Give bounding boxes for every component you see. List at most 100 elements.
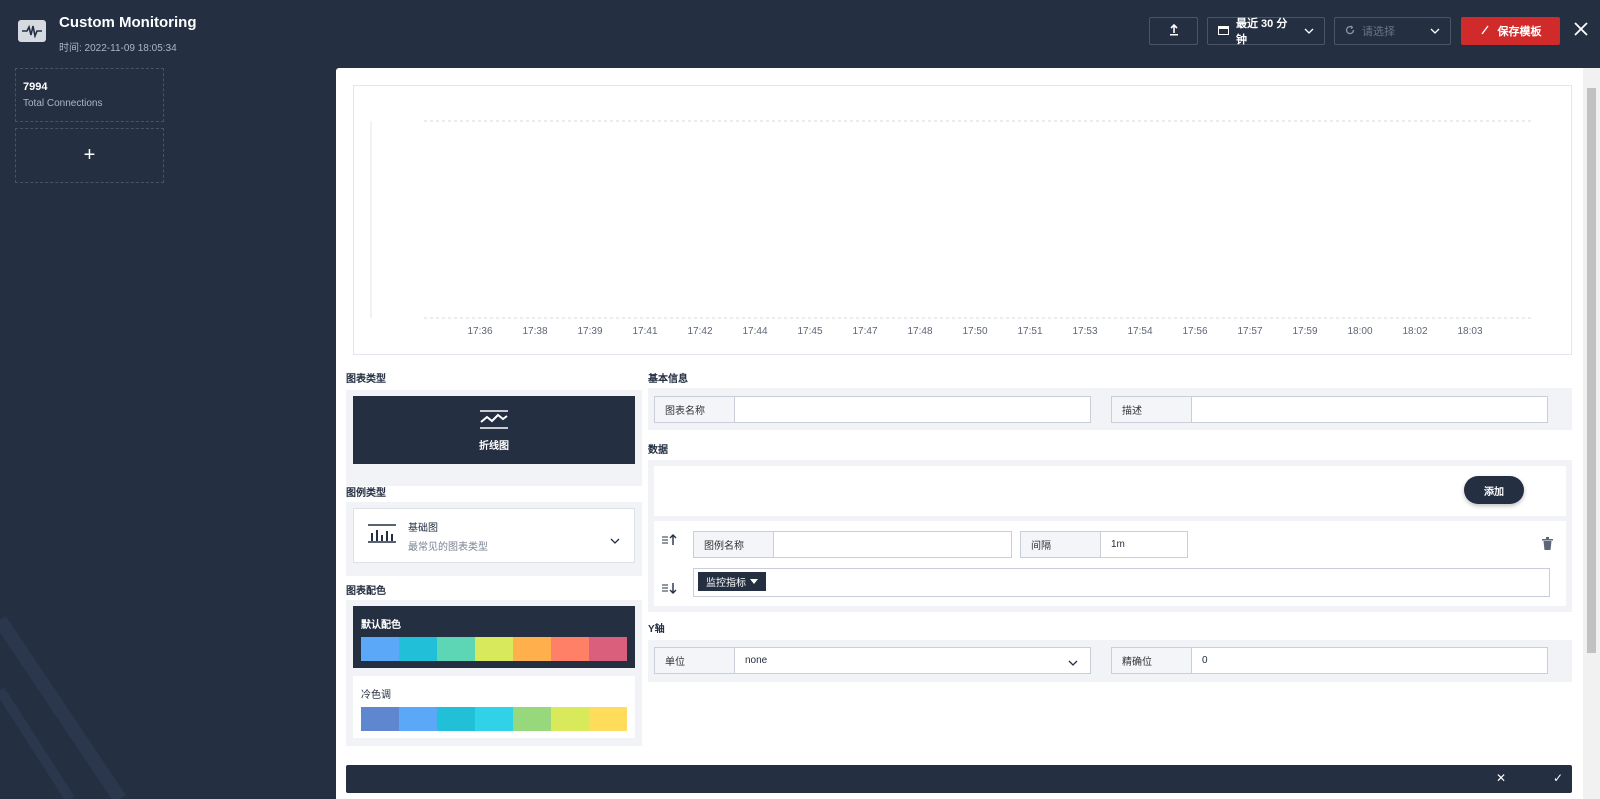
chart-type-label: 折线图 [479, 440, 509, 452]
timestamp: 时间: 2022-11-09 18:05:34 [59, 43, 177, 54]
time-range-value: 最近 30 分钟 [1236, 18, 1288, 46]
bar-chart-icon [368, 523, 396, 548]
upload-button[interactable] [1149, 17, 1198, 45]
monitor-icon [18, 20, 46, 42]
unit-value: none [745, 655, 768, 666]
x-tick-label: 17:54 [1127, 326, 1153, 337]
unit-select[interactable]: none [735, 648, 1090, 673]
interval-field[interactable]: 间隔 1m [1020, 531, 1188, 558]
unit-label: 单位 [655, 648, 735, 673]
move-up-icon[interactable] [662, 533, 678, 551]
color-swatch [399, 637, 437, 661]
stat-label: Total Connections [23, 98, 103, 109]
color-swatch [399, 707, 437, 731]
color-swatch [437, 707, 475, 731]
refresh-icon [1345, 25, 1355, 38]
top-bar: Custom Monitoring 时间: 2022-11-09 18:05:3… [0, 0, 1600, 66]
x-tick-label: 17:59 [1292, 326, 1318, 337]
palette-cool[interactable]: 冷色调 [353, 676, 635, 738]
x-tick-label: 17:41 [632, 326, 658, 337]
chevron-down-icon [610, 531, 620, 549]
editor-panel: 17:36 17:38 17:39 17:41 17:42 17:44 17:45 17:47… [336, 68, 1600, 799]
precision-label: 精确位 [1112, 648, 1192, 673]
description-field[interactable]: 描述 [1111, 396, 1548, 423]
palette-name: 默认配色 [361, 620, 401, 631]
color-swatch [475, 707, 513, 731]
color-swatch [551, 707, 589, 731]
edit-icon [1480, 25, 1490, 38]
legend-name-input[interactable] [774, 532, 1011, 557]
cancel-button[interactable]: ✕ [1491, 767, 1511, 789]
chart-type-title: 图表类型 [346, 374, 386, 385]
interval-label: 间隔 [1021, 532, 1101, 557]
save-template-label: 保存模板 [1497, 26, 1542, 38]
color-swatch [513, 637, 551, 661]
x-tick-label: 17:45 [797, 326, 823, 337]
save-template-button[interactable]: 保存模板 [1461, 17, 1560, 45]
metric-dropdown[interactable]: 监控指标 [698, 572, 766, 591]
time-range-select[interactable]: 最近 30 分钟 [1207, 17, 1325, 46]
color-swatch [361, 707, 399, 731]
plus-icon: + [83, 144, 96, 166]
x-tick-label: 17:36 [467, 326, 493, 337]
x-tick-label: 17:42 [687, 326, 713, 337]
x-tick-label: 17:44 [742, 326, 768, 337]
x-tick-label: 18:00 [1347, 326, 1373, 337]
x-tick-label: 18:02 [1402, 326, 1428, 337]
add-data-button[interactable]: 添加 [1464, 476, 1524, 504]
add-label: 添加 [1484, 486, 1504, 498]
legend-type-name: 基础图 [408, 522, 438, 534]
bottom-action-bar [346, 765, 1572, 793]
data-title: 数据 [648, 445, 668, 456]
chart-name-field[interactable]: 图表名称 [654, 396, 1091, 423]
chevron-down-icon [1068, 658, 1078, 669]
metric-field[interactable]: 监控指标 [693, 568, 1550, 597]
chevron-down-icon [1430, 25, 1440, 37]
legend-type-title: 图例类型 [346, 488, 386, 499]
scrollbar[interactable] [1583, 68, 1600, 799]
color-swatch [589, 637, 627, 661]
x-tick-label: 17:53 [1072, 326, 1098, 337]
palette-default[interactable]: 默认配色 [353, 606, 635, 668]
stat-card[interactable]: 7994 Total Connections [15, 68, 164, 122]
background-decoration [0, 600, 335, 799]
color-swatch [589, 707, 627, 731]
description-label: 描述 [1112, 397, 1192, 422]
scroll-thumb[interactable] [1587, 88, 1596, 653]
precision-input[interactable]: 0 [1192, 648, 1547, 673]
chart-preview: 17:36 17:38 17:39 17:41 17:42 17:44 17:45 17:47… [353, 85, 1572, 355]
x-tick-label: 17:47 [852, 326, 878, 337]
legend-type-select[interactable]: 基础图 最常见的图表类型 [353, 508, 635, 563]
color-swatch [475, 637, 513, 661]
close-icon[interactable] [1571, 21, 1591, 41]
x-tick-label: 17:39 [577, 326, 603, 337]
refresh-select[interactable]: 请选择 [1334, 17, 1451, 45]
unit-field[interactable]: 单位 none [654, 647, 1091, 674]
metric-label: 监控指标 [706, 578, 746, 589]
legend-name-label: 图例名称 [694, 532, 774, 557]
confirm-button[interactable]: ✓ [1548, 767, 1568, 789]
palette-swatches [361, 707, 627, 731]
interval-input[interactable]: 1m [1101, 532, 1187, 557]
chart-type-line[interactable]: 折线图 [353, 396, 635, 464]
x-tick-label: 17:48 [907, 326, 933, 337]
x-tick-label: 17:38 [522, 326, 548, 337]
x-tick-label: 18:03 [1457, 326, 1483, 337]
calendar-icon [1218, 25, 1229, 38]
x-tick-label: 17:51 [1017, 326, 1043, 337]
trash-icon[interactable] [1542, 537, 1553, 555]
upload-icon [1169, 23, 1179, 39]
x-tick-label: 17:50 [962, 326, 988, 337]
chart-name-input[interactable] [735, 397, 1090, 422]
color-swatch [513, 707, 551, 731]
chevron-down-icon [1304, 25, 1314, 37]
move-down-icon[interactable] [662, 581, 678, 599]
basic-info-title: 基本信息 [648, 374, 688, 385]
description-input[interactable] [1192, 397, 1547, 422]
precision-field[interactable]: 精确位 0 [1111, 647, 1548, 674]
palette-name: 冷色调 [361, 690, 391, 701]
x-tick-label: 17:57 [1237, 326, 1263, 337]
page-title: Custom Monitoring [59, 14, 197, 31]
legend-name-field[interactable]: 图例名称 [693, 531, 1012, 558]
add-chart-button[interactable]: + [15, 128, 164, 183]
